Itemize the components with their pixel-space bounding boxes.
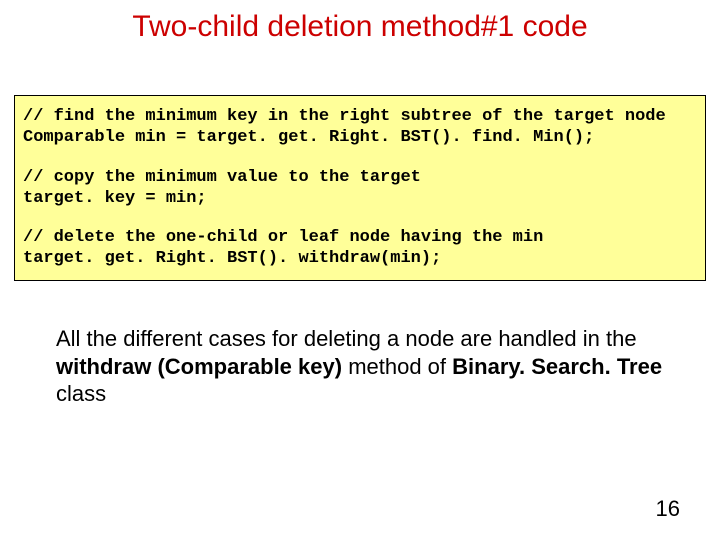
page-number: 16 (656, 496, 680, 522)
body-text-bold: Binary. Search. Tree (452, 354, 662, 379)
body-text-bold: withdraw (Comparable key) (56, 354, 342, 379)
slide: Two-child deletion method#1 code // find… (0, 0, 720, 540)
blank-line (23, 209, 697, 227)
code-line: Comparable min = target. get. Right. BST… (23, 127, 697, 148)
slide-title: Two-child deletion method#1 code (0, 10, 720, 44)
code-line: target. get. Right. BST(). withdraw(min)… (23, 248, 697, 269)
code-line: // find the minimum key in the right sub… (23, 106, 697, 127)
code-line: // delete the one-child or leaf node hav… (23, 227, 697, 248)
code-block: // find the minimum key in the right sub… (14, 95, 706, 281)
body-text-mid: method of (342, 354, 452, 379)
code-line: target. key = min; (23, 188, 697, 209)
body-paragraph: All the different cases for deleting a n… (56, 325, 664, 408)
code-line: // copy the minimum value to the target (23, 167, 697, 188)
body-text-post: class (56, 381, 106, 406)
blank-line (23, 149, 697, 167)
body-text-pre: All the different cases for deleting a n… (56, 326, 637, 351)
